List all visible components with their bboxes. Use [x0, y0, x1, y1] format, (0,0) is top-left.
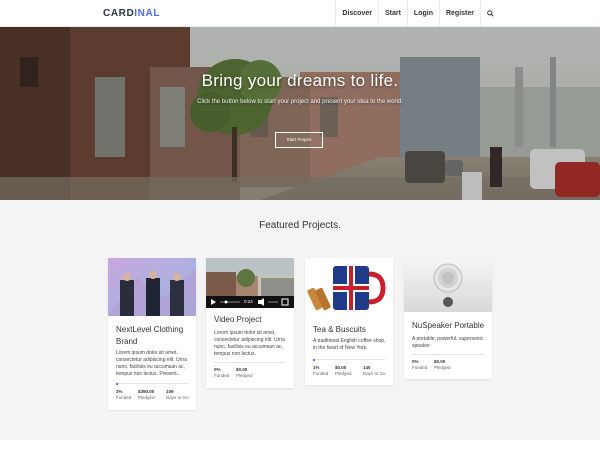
- funding-progress-bar: [313, 359, 315, 361]
- project-card-nextlevel[interactable]: NextLevel Clothing Brand Lorem ipsum dol…: [108, 258, 196, 410]
- card-image-clothing: [108, 258, 196, 316]
- card-divider: [412, 354, 484, 355]
- search-icon[interactable]: [480, 0, 500, 27]
- page-footer: [0, 440, 600, 450]
- stat-pledged: $0.00 Pledged: [434, 359, 451, 370]
- card-image-speaker: [404, 258, 492, 312]
- featured-projects-section: Featured Projects. NextLevel Clothing Br…: [0, 200, 600, 440]
- stat-pledged: $350.00 Pledged: [138, 389, 155, 400]
- brand-logo-part2: INAL: [134, 8, 161, 19]
- hero-subtitle: Click the button below to start your pro…: [197, 99, 403, 105]
- card-description: A traditional English coffee shop, in th…: [313, 338, 386, 351]
- stat-days-to-go: 140 Days to Go: [363, 365, 386, 376]
- card-divider: [116, 383, 188, 384]
- card-title[interactable]: NuSpeaker Portable: [412, 320, 488, 332]
- nav-register[interactable]: Register: [438, 0, 480, 27]
- card-divider: [214, 362, 286, 363]
- card-title[interactable]: Video Project: [214, 314, 290, 326]
- brand-logo-part1: CARD: [103, 8, 135, 19]
- stat-pledged: $0.00 Pledged: [236, 367, 253, 378]
- project-card-tea-buscuits[interactable]: Tea & Buscuits A traditional English cof…: [305, 258, 393, 385]
- main-nav: Discover Start Login Register: [335, 0, 500, 27]
- hero-title: Bring your dreams to life.: [201, 71, 399, 90]
- card-description: Lorem ipsum dolor sit amet, consectetur …: [214, 330, 285, 357]
- card-image-tea-mug: [305, 258, 393, 316]
- nav-login[interactable]: Login: [406, 0, 439, 27]
- section-title: Featured Projects.: [259, 220, 341, 231]
- start-project-button[interactable]: Start Project: [275, 132, 323, 148]
- project-card-nuspeaker[interactable]: NuSpeaker Portable A portable, powerful,…: [404, 258, 492, 379]
- hero-street-photo: [0, 27, 600, 200]
- video-controls: 0:24: [206, 296, 294, 308]
- top-navigation-bar: CARDINAL Discover Start Login Register: [0, 0, 600, 27]
- card-description: A portable, powerful, supersonic speaker…: [412, 336, 484, 349]
- video-time-label: 0:24: [244, 299, 253, 304]
- card-title[interactable]: NextLevel Clothing Brand: [116, 324, 192, 348]
- hero-banner: Bring your dreams to life. Click the but…: [0, 27, 600, 200]
- card-description: Lorem ipsum dolor sit amet, consectetur …: [116, 350, 187, 377]
- stat-days-to-go: 109 Days to Go: [166, 389, 189, 400]
- card-video-player[interactable]: 0:24: [206, 258, 294, 308]
- nav-start[interactable]: Start: [377, 0, 407, 27]
- nav-discover[interactable]: Discover: [335, 0, 378, 27]
- brand-logo[interactable]: CARDINAL: [103, 8, 160, 19]
- funding-progress-bar: [116, 383, 118, 385]
- project-card-video[interactable]: 0:24 Video Project Lorem ipsum dolor sit…: [206, 258, 294, 388]
- stat-pledged: $0.00 Pledged: [335, 365, 352, 376]
- play-icon: [211, 299, 216, 305]
- card-divider: [313, 359, 385, 360]
- card-title[interactable]: Tea & Buscuits: [313, 324, 389, 336]
